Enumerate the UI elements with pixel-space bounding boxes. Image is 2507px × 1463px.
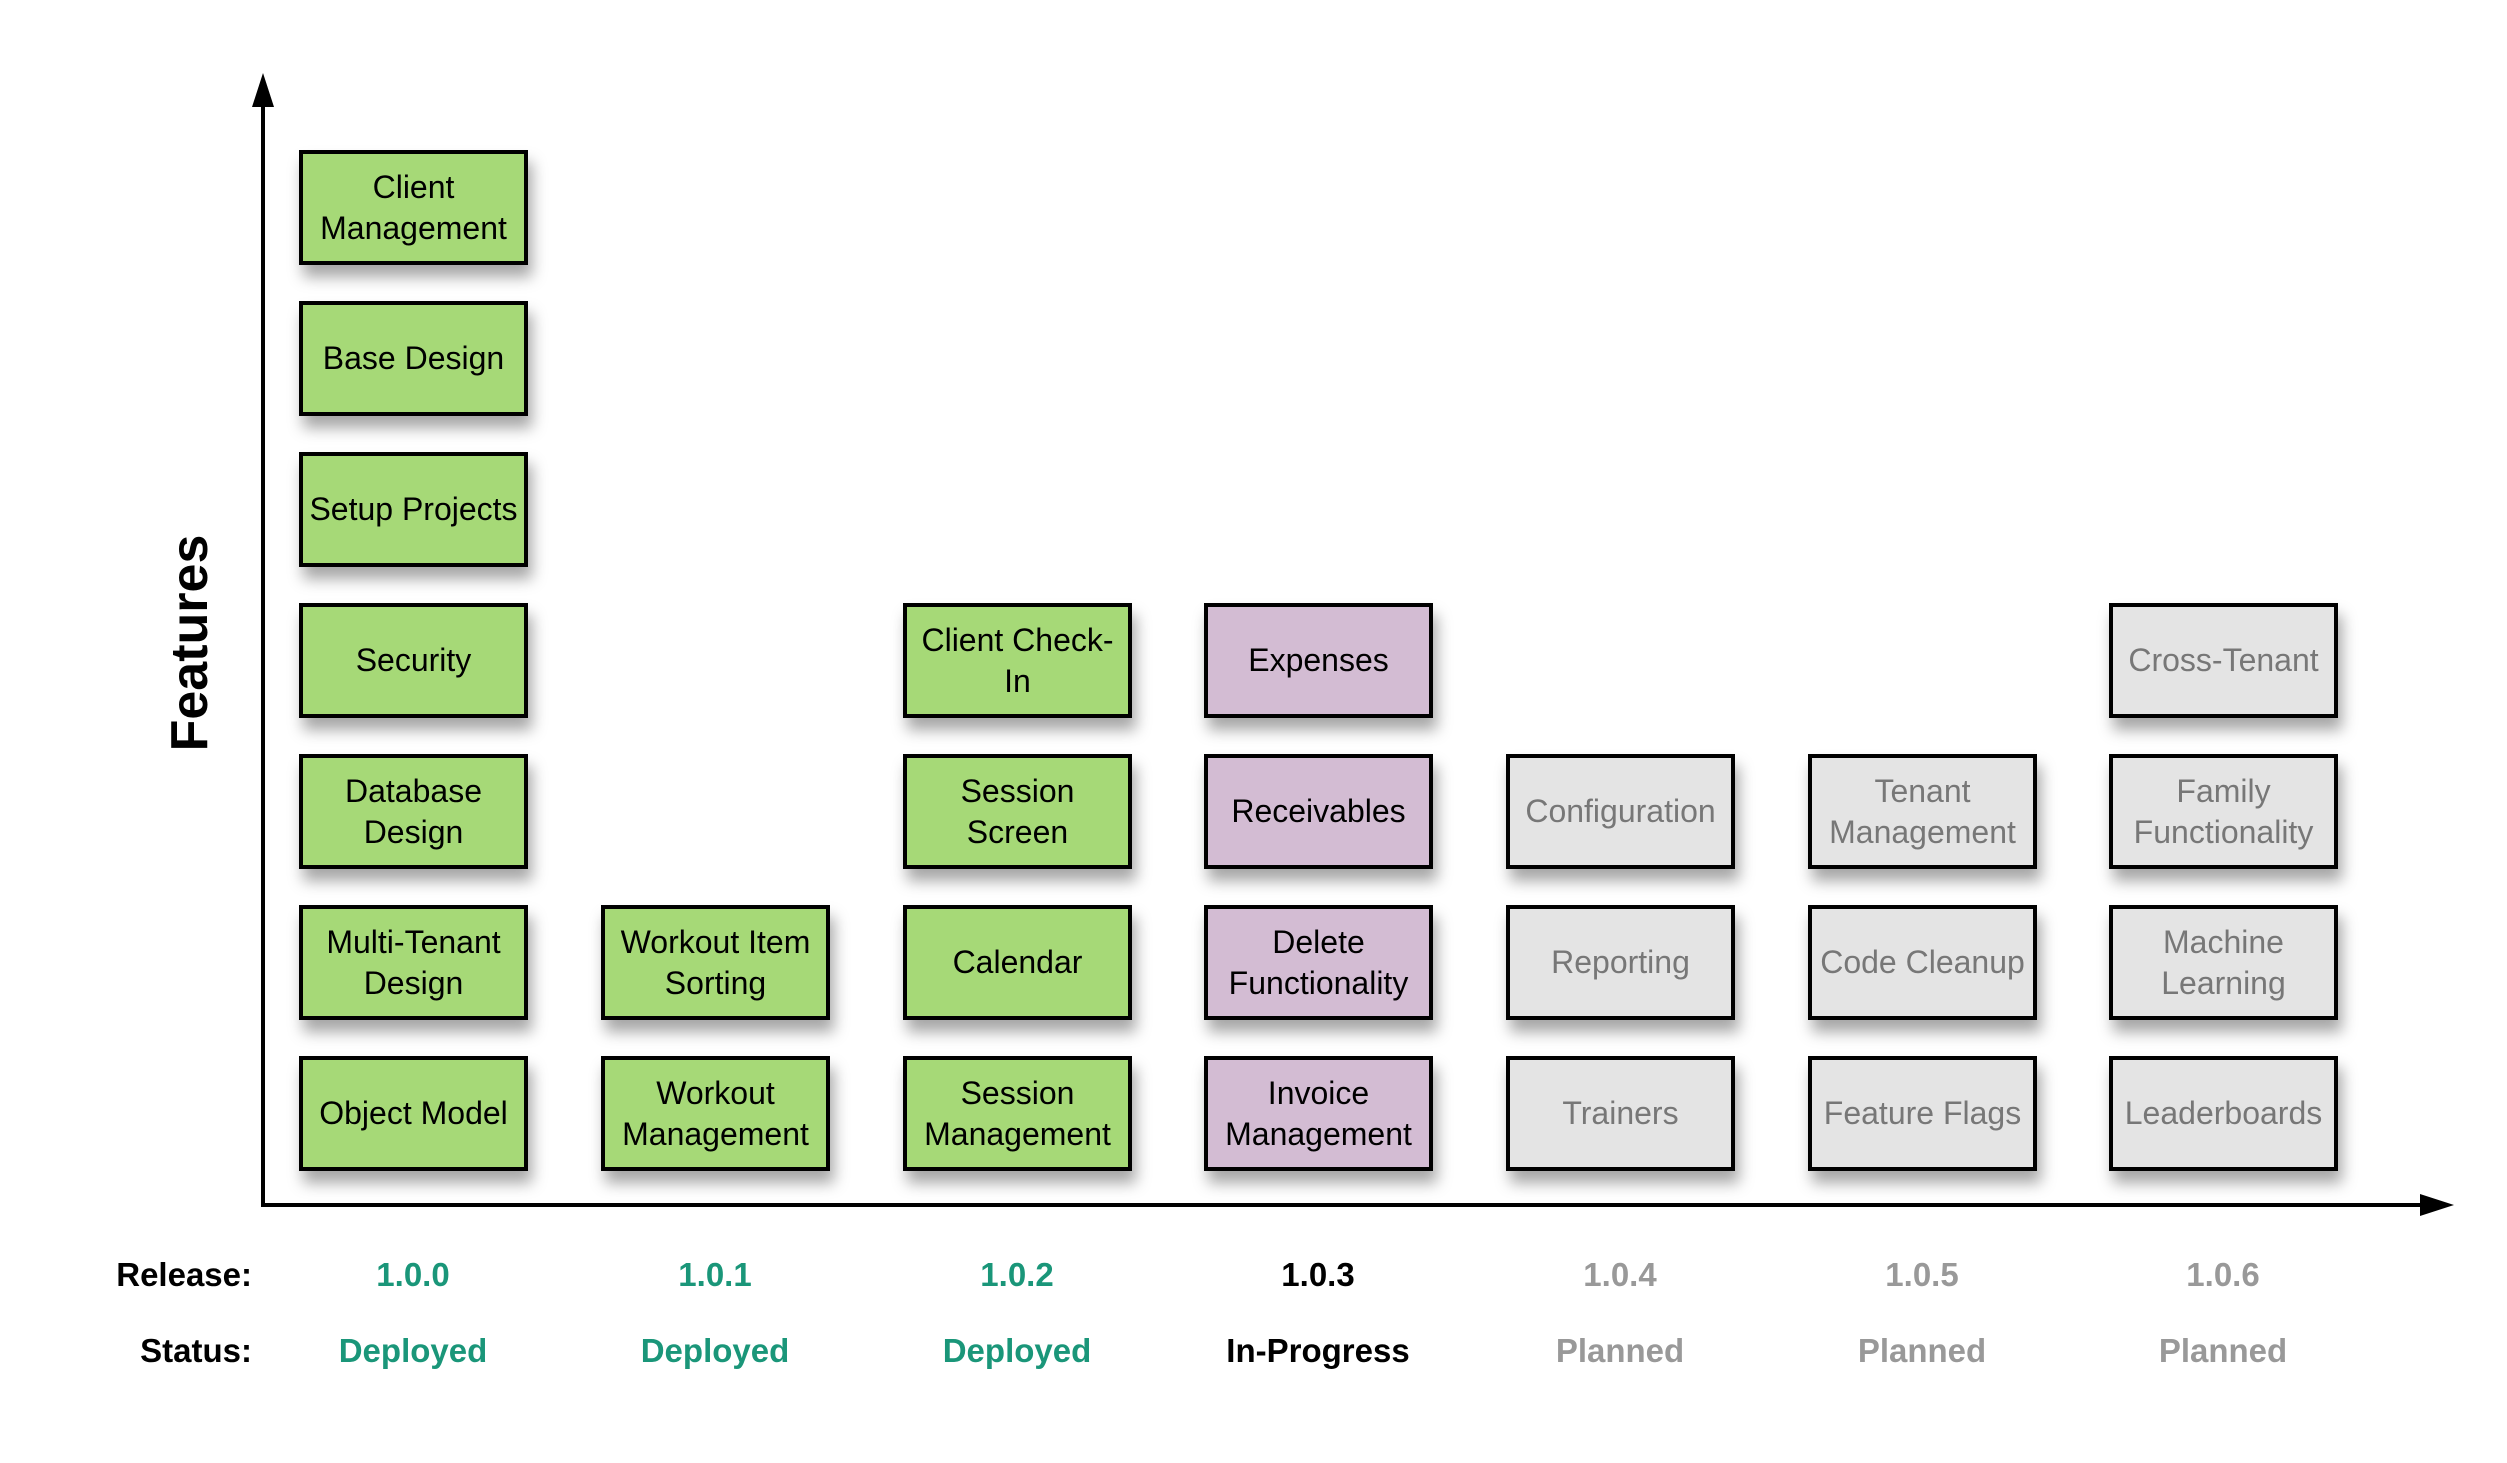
feature-box: Session Management xyxy=(903,1056,1132,1171)
feature-label: Setup Projects xyxy=(309,491,518,527)
release-status: Deployed xyxy=(338,1332,488,1369)
feature-box: Expenses xyxy=(1204,603,1433,718)
feature-label: Invoice Management xyxy=(1225,1074,1412,1152)
feature-label: Configuration xyxy=(1525,793,1716,829)
feature-box: Client Management xyxy=(299,150,528,265)
y-axis xyxy=(261,90,265,1207)
feature-label: Multi-Tenant Design xyxy=(326,923,501,1001)
release-version: 1.0.5 xyxy=(1885,1256,1959,1293)
feature-label: Family Functionality xyxy=(2133,772,2314,850)
feature-box: Object Model xyxy=(299,1056,528,1171)
feature-box: Calendar xyxy=(903,905,1132,1020)
feature-box: Base Design xyxy=(299,301,528,416)
status-row-label: Status: xyxy=(140,1332,252,1369)
y-axis-arrow-icon xyxy=(252,73,274,107)
release-status: In-Progress xyxy=(1226,1332,1410,1369)
release-version: 1.0.6 xyxy=(2186,1256,2260,1293)
feature-box: Machine Learning xyxy=(2109,905,2338,1020)
feature-label: Security xyxy=(355,642,472,678)
feature-box: Feature Flags xyxy=(1808,1056,2037,1171)
feature-label: Expenses xyxy=(1248,642,1389,678)
release-status: Planned xyxy=(1555,1332,1685,1369)
feature-box: Multi-Tenant Design xyxy=(299,905,528,1020)
release-status: Deployed xyxy=(640,1332,790,1369)
feature-box: Reporting xyxy=(1506,905,1735,1020)
feature-label: Base Design xyxy=(322,340,505,376)
release-version: 1.0.2 xyxy=(980,1256,1054,1293)
release-version: 1.0.0 xyxy=(376,1256,450,1293)
feature-label: Workout Item Sorting xyxy=(620,923,811,1001)
feature-label: Session Screen xyxy=(960,772,1075,850)
feature-box: Delete Functionality xyxy=(1204,905,1433,1020)
release-version: 1.0.1 xyxy=(678,1256,752,1293)
release-version: 1.0.3 xyxy=(1281,1256,1355,1293)
feature-label: Receivables xyxy=(1231,793,1406,829)
feature-box: Configuration xyxy=(1506,754,1735,869)
feature-label: Cross-Tenant xyxy=(2128,642,2319,678)
feature-box: Receivables xyxy=(1204,754,1433,869)
feature-box: Client Check-In xyxy=(903,603,1132,718)
feature-label: Leaderboards xyxy=(2124,1095,2323,1131)
feature-label: Workout Management xyxy=(622,1074,809,1152)
release-version: 1.0.4 xyxy=(1583,1256,1657,1293)
x-axis xyxy=(261,1203,2431,1207)
feature-box: Tenant Management xyxy=(1808,754,2037,869)
feature-box: Workout Management xyxy=(601,1056,830,1171)
release-status: Planned xyxy=(1857,1332,1987,1369)
feature-label: Reporting xyxy=(1551,944,1690,980)
feature-box: Trainers xyxy=(1506,1056,1735,1171)
feature-label: Calendar xyxy=(952,944,1083,980)
feature-label: Object Model xyxy=(319,1095,508,1131)
feature-box: Leaderboards xyxy=(2109,1056,2338,1171)
feature-label: Trainers xyxy=(1562,1095,1679,1131)
feature-label: Database Design xyxy=(345,772,482,850)
release-row-label: Release: xyxy=(116,1256,252,1293)
y-axis-title: Features xyxy=(161,534,219,752)
feature-label: Feature Flags xyxy=(1823,1095,2022,1131)
feature-box: Security xyxy=(299,603,528,718)
feature-label: Tenant Management xyxy=(1829,772,2016,850)
feature-label: Code Cleanup xyxy=(1820,944,2025,980)
feature-label: Client Check-In xyxy=(921,621,1114,699)
x-axis-arrow-icon xyxy=(2420,1194,2454,1216)
feature-box: Family Functionality xyxy=(2109,754,2338,869)
feature-box: Session Screen xyxy=(903,754,1132,869)
feature-box: Database Design xyxy=(299,754,528,869)
release-status: Deployed xyxy=(942,1332,1092,1369)
feature-label: Client Management xyxy=(320,168,507,246)
feature-box: Code Cleanup xyxy=(1808,905,2037,1020)
feature-label: Session Management xyxy=(924,1074,1111,1152)
feature-box: Setup Projects xyxy=(299,452,528,567)
release-status: Planned xyxy=(2158,1332,2288,1369)
feature-box: Workout Item Sorting xyxy=(601,905,830,1020)
feature-box: Invoice Management xyxy=(1204,1056,1433,1171)
feature-box: Cross-Tenant xyxy=(2109,603,2338,718)
feature-label: Machine Learning xyxy=(2161,923,2286,1001)
feature-label: Delete Functionality xyxy=(1228,923,1409,1001)
